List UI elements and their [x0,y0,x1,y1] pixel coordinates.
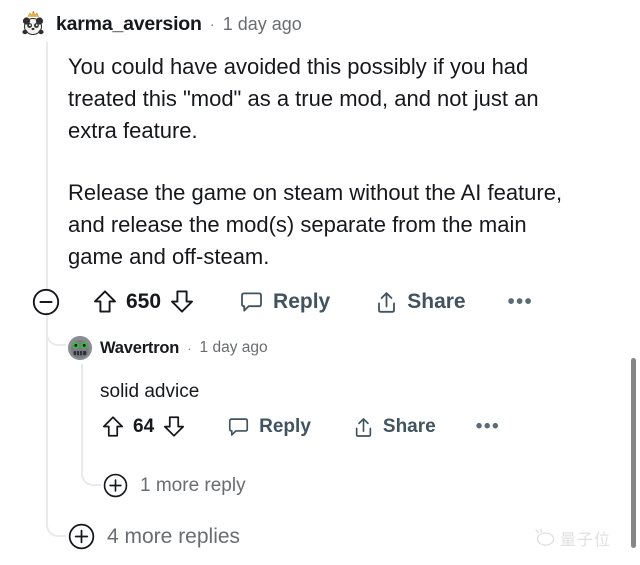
upvote-button[interactable] [102,415,124,439]
downvote-arrow-icon [164,416,185,437]
timestamp: 1 day ago [222,13,302,34]
reply-label: Reply [273,290,331,313]
vote-count: 650 [126,290,162,313]
comment-header-nested: Wavertron · 1 day ago [68,336,268,360]
scrollbar[interactable] [628,0,640,565]
vote-count: 64 [133,416,155,437]
avatar[interactable] [68,336,92,360]
reply-label: Reply [259,416,311,437]
watermark: 量子位 [533,526,611,550]
thread-curve-one-more-reply [81,462,101,486]
scrollbar-thumb[interactable] [631,358,636,548]
timestamp: 1 day ago [199,339,268,356]
expander-four-more-replies[interactable]: 4 more replies [68,523,240,550]
thread-curve-nested-comment [46,312,66,346]
downvote-arrow-icon [171,290,193,313]
panda-crown-avatar-icon [22,11,44,35]
watermark-text: 量子位 [560,532,612,549]
avatar[interactable] [18,9,48,39]
username[interactable]: karma_aversion [56,13,202,36]
expander-label: 4 more replies [107,524,241,548]
upvote-button[interactable] [93,289,117,315]
thread-line-nested [81,364,83,475]
share-label: Share [407,290,466,313]
plus-circle-icon [103,473,128,498]
share-arrow-icon [378,291,396,313]
comment-bubble-icon [229,417,249,436]
upvote-arrow-icon [102,416,124,437]
comment-header-top: karma_aversion · 1 day ago [18,9,302,39]
comment-bubble-icon [241,292,262,311]
robot-avatar-icon [68,336,92,360]
share-arrow-icon [355,417,372,437]
circle-minus-icon [32,288,60,316]
overflow-menu-button[interactable]: ••• [476,418,500,436]
thread-curve-more-replies [46,512,66,537]
overflow-menu-button[interactable]: ••• [508,292,534,312]
username[interactable]: Wavertron [100,339,179,358]
comment-body-paragraph-2: Release the game on steam without the AI… [68,180,563,270]
plus-circle-icon [68,523,95,550]
collapse-button[interactable] [32,288,60,316]
qbitai-logo-icon [535,529,555,546]
share-button[interactable]: Share [353,416,436,439]
expander-label: 1 more reply [140,474,246,496]
reddit-comment-thread: karma_aversion · 1 day ago You could hav… [0,0,640,565]
action-bar-top: 650 Reply Share ••• [32,288,533,316]
action-bar-nested: 64 Reply Share ••• [102,415,500,439]
comment-body-nested: solid advice [100,381,200,402]
comment-body-paragraph-1: You could have avoided this possibly if … [68,54,539,144]
separator-dot: · [209,15,215,33]
separator-dot: · [187,340,192,356]
expander-one-more-reply[interactable]: 1 more reply [103,473,246,498]
reply-button[interactable]: Reply [239,290,330,315]
downvote-button[interactable] [163,415,185,439]
thread-line-to-more-replies [46,312,48,524]
downvote-button[interactable] [170,289,194,315]
share-button[interactable]: Share [375,290,466,315]
share-label: Share [382,416,436,437]
thread-line-top-level [46,42,48,289]
upvote-arrow-icon [94,290,116,313]
reply-button[interactable]: Reply [227,416,311,439]
